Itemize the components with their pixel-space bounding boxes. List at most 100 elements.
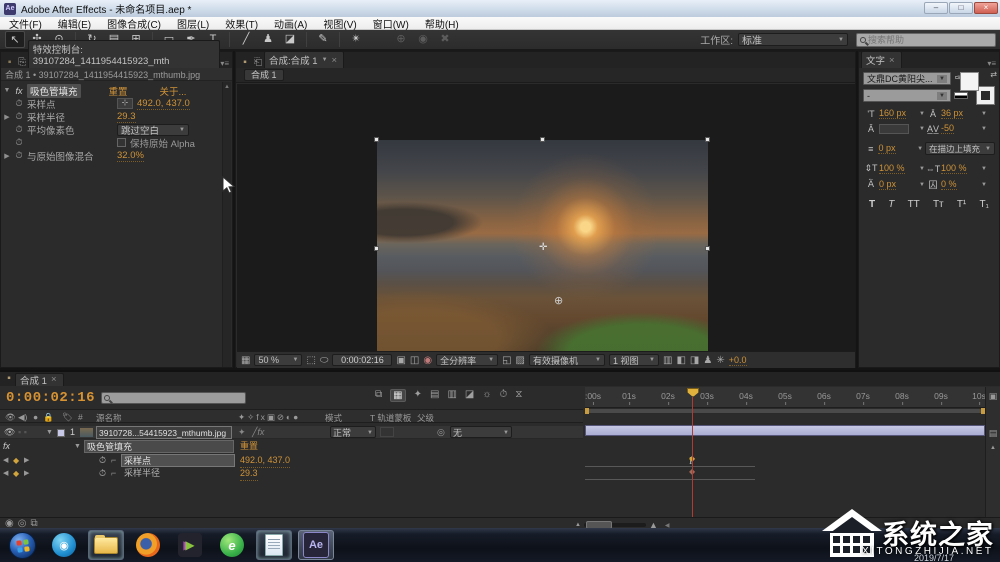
font-family-dropdown[interactable]: 文鼎DC黄阳尖... ▼	[863, 72, 951, 85]
checkbox-icon[interactable]	[117, 138, 126, 147]
transparency-grid-icon[interactable]: ▨	[516, 355, 525, 366]
keyframe-toggle-icon[interactable]: ◆	[13, 454, 19, 467]
layer-name[interactable]: 3910728...54415923_mthumb.jpg	[96, 426, 232, 439]
exposure-value[interactable]: +0.0	[729, 355, 747, 366]
all-caps-button[interactable]: TT	[908, 199, 920, 210]
stopwatch-icon[interactable]: ⏱	[99, 454, 106, 467]
taskbar-green-browser[interactable]: e	[214, 530, 250, 560]
eye-icon[interactable]: 👁	[4, 426, 15, 439]
average-pixel-dropdown[interactable]: 跳过空白 ▼	[117, 124, 189, 136]
selection-handle[interactable]	[540, 137, 545, 142]
layer-duration-bar[interactable]	[585, 425, 985, 436]
source-name-column[interactable]: 源名称	[96, 412, 122, 424]
menu-composition[interactable]: 图像合成(C)	[107, 16, 161, 31]
camera-dropdown[interactable]: 有效摄像机 ▼	[529, 354, 605, 366]
flowchart-icon[interactable]: ♟	[703, 355, 712, 366]
selection-tool-icon[interactable]: ↖	[5, 31, 25, 48]
menu-view[interactable]: 视图(V)	[323, 16, 356, 31]
font-size-value[interactable]: 160 px	[879, 108, 906, 119]
selection-handle[interactable]	[705, 137, 710, 142]
timeline-button-icon[interactable]: ◨	[690, 355, 699, 366]
leading-value[interactable]: 36 px	[941, 108, 963, 119]
effect-row[interactable]: fx ▼ 吸色管填充 重置	[0, 440, 583, 453]
hide-shy-layers-icon[interactable]: ▤	[430, 389, 439, 402]
safe-margins-icon[interactable]: ⬚	[306, 355, 315, 366]
horizontal-scale-value[interactable]: 100 %	[941, 163, 967, 174]
tab-timeline-comp[interactable]: 合成 1 ×	[15, 373, 64, 386]
layer-quality-icon[interactable]: ✦	[238, 426, 246, 439]
tsume-value[interactable]: 0 %	[941, 179, 957, 190]
exposure-icon[interactable]: ✳	[716, 355, 724, 366]
twirl-right-icon[interactable]: ▶	[1, 113, 13, 121]
pixel-aspect-icon[interactable]: ▥	[663, 355, 672, 366]
taskbar-notepad[interactable]	[256, 530, 292, 560]
view-layout-dropdown[interactable]: 1 视图 ▼	[609, 354, 659, 366]
point-picker-icon[interactable]: ⊹	[117, 98, 133, 109]
prev-keyframe-icon[interactable]: ◀	[3, 467, 8, 480]
stopwatch-icon[interactable]: ⏱	[99, 467, 106, 480]
tab-composition[interactable]: 合成:合成 1 ▼ ×	[264, 51, 344, 68]
time-ruler[interactable]: :00s 01s 02s 03s 04s 05s 06s 07s 08s 09s…	[585, 387, 985, 408]
resolution-dropdown[interactable]: 全分辨率 ▼	[436, 354, 498, 366]
menu-window[interactable]: 窗口(W)	[373, 16, 409, 31]
tracking-value[interactable]: -50	[941, 123, 954, 134]
tracking-field[interactable]: -50 ▼	[941, 123, 987, 134]
effect-panel-scrollbar[interactable]: ▲	[222, 82, 231, 367]
frame-blending-icon[interactable]: ▥	[447, 389, 456, 402]
twirl-down-icon[interactable]: ▼	[1, 87, 13, 94]
baseline-shift-field[interactable]: 0 px ▼	[879, 179, 925, 190]
taskbar-file-explorer[interactable]	[88, 530, 124, 560]
brainstorm-icon[interactable]: ☼	[482, 389, 491, 402]
prev-keyframe-icon[interactable]: ◀	[3, 454, 8, 467]
effect-name[interactable]: 吸色管填充	[27, 84, 81, 98]
timeline-effect-name[interactable]: 吸色管填充	[84, 440, 234, 453]
layer-row[interactable]: 👁 ▪ ▪ ▼ 1 3910728...54415923_mthumb.jpg …	[0, 426, 583, 439]
property-label[interactable]: 与原始图像混合	[25, 149, 117, 163]
close-tab-icon[interactable]: ×	[889, 55, 895, 66]
snapshot-icon[interactable]: ▣	[396, 355, 405, 366]
close-tab-icon[interactable]: ×	[332, 55, 338, 66]
panel-menu-icon[interactable]: ▾≡	[220, 59, 232, 68]
timeline-timecode[interactable]: 0:00:02:16	[0, 390, 101, 406]
zoom-slider-track[interactable]	[584, 523, 646, 527]
menu-layer[interactable]: 图层(L)	[177, 16, 209, 31]
next-keyframe-icon[interactable]: ▶	[24, 454, 29, 467]
twirl-down-icon[interactable]: ▼	[74, 440, 81, 453]
close-tab-icon[interactable]: ×	[51, 374, 57, 385]
zoom-dropdown[interactable]: 50 % ▼	[254, 354, 302, 366]
font-size-field[interactable]: 160 px ▼	[879, 108, 925, 119]
parent-pickwhip-icon[interactable]: ◎	[437, 426, 445, 439]
selection-handle[interactable]	[374, 137, 379, 142]
next-keyframe-icon[interactable]: ▶	[24, 467, 29, 480]
sample-point-target-icon[interactable]: ⊕	[554, 294, 563, 307]
roto-brush-tool-icon[interactable]: ✎	[313, 31, 333, 48]
menu-animation[interactable]: 动画(A)	[274, 16, 307, 31]
stroke-width-field[interactable]: 0 px ▼	[878, 143, 923, 154]
swap-colors-icon[interactable]: ⇄	[990, 70, 997, 79]
layer-fx-icon[interactable]: ╱fx	[252, 426, 264, 439]
tab-effect-controls[interactable]: 特效控制台: 39107284_1411954415923_mth	[28, 40, 221, 68]
menu-edit[interactable]: 编辑(E)	[58, 16, 91, 31]
leading-field[interactable]: 36 px ▼	[941, 108, 987, 119]
comp-flowchart-icon[interactable]: ▦	[390, 389, 405, 402]
camera-strip-icon[interactable]: ▤	[986, 428, 1000, 439]
timeline-prop-label[interactable]: 采样点	[121, 454, 235, 467]
selection-handle[interactable]	[374, 246, 379, 251]
timeline-search-box[interactable]	[101, 392, 246, 404]
timeline-prop-value[interactable]: 29.3	[240, 467, 258, 481]
baseline-shift-value[interactable]: 0 px	[879, 179, 896, 190]
track-matte-column[interactable]: T 轨道蒙板	[370, 412, 411, 424]
vertical-scale-field[interactable]: 100 % ▼	[879, 163, 925, 174]
chevron-down-icon[interactable]: ▼	[322, 57, 328, 63]
property-row[interactable]: ◀ ◆ ▶ ⏱ ⌐ 采样半径 29.3	[0, 467, 583, 480]
twirl-right-icon[interactable]: ▶	[1, 152, 13, 160]
stopwatch-icon[interactable]: ⏱	[13, 111, 25, 122]
scroll-up-icon[interactable]: ▲	[986, 445, 1000, 451]
menu-effect[interactable]: 效果(T)	[225, 16, 258, 31]
channels-icon[interactable]: ◉	[423, 355, 432, 366]
start-button[interactable]	[4, 530, 40, 560]
twirl-down-icon[interactable]: ▼	[46, 426, 53, 439]
show-snapshot-icon[interactable]: ◫	[410, 355, 419, 366]
taskbar-media-player[interactable]: ◉	[46, 530, 82, 560]
comp-timecode[interactable]: 0:00:02:16	[332, 354, 392, 366]
